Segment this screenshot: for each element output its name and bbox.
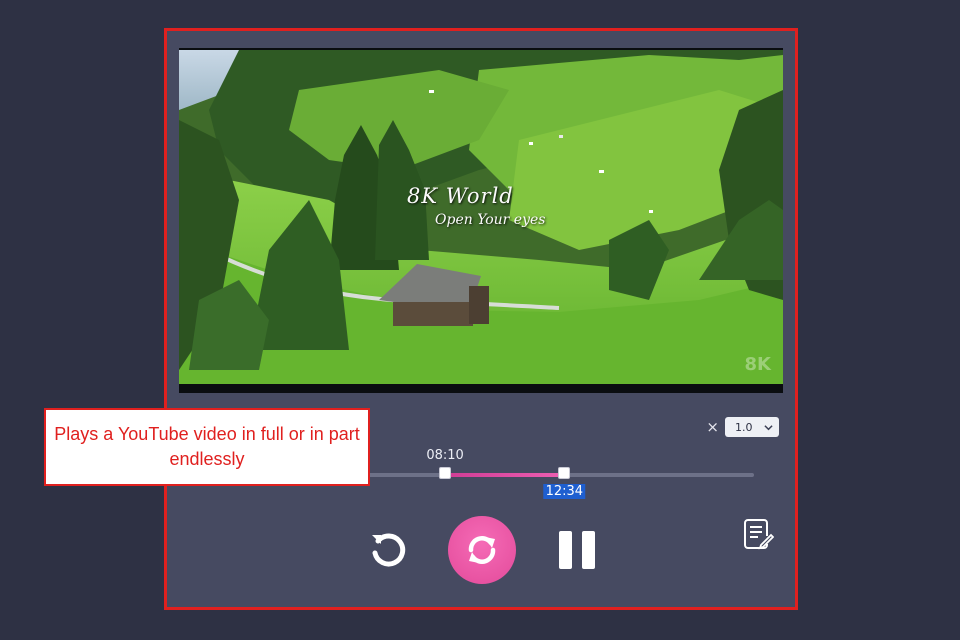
loop-range: [445, 473, 565, 477]
chevron-down-icon: [764, 424, 773, 430]
feature-callout-text: Plays a YouTube video in full or in part…: [54, 424, 360, 469]
replay-icon: [372, 533, 406, 567]
loop-start-time: 08:10: [426, 448, 464, 463]
video-watermark: 8K: [744, 354, 771, 375]
video-caption-subtitle: Open Your eyes: [435, 212, 546, 228]
loop-start-handle[interactable]: [439, 467, 452, 479]
pause-icon: [559, 531, 595, 569]
speed-multiplier-label: ×: [706, 418, 719, 436]
loop-end-handle[interactable]: [558, 467, 571, 479]
speed-value: 1.0: [735, 420, 753, 434]
loop-end-time: 12:34: [543, 484, 586, 499]
playback-speed-control: × 1.0: [706, 417, 779, 437]
speed-select[interactable]: 1.0: [725, 417, 779, 437]
notes-icon: [744, 519, 774, 550]
loop-icon: [468, 536, 496, 564]
replay-button[interactable]: [365, 526, 413, 574]
loop-button[interactable]: [448, 516, 516, 584]
notes-button[interactable]: [743, 517, 775, 551]
video-caption: 8K World Open Your eyes: [407, 184, 545, 228]
player-panel: 8K World Open Your eyes 8K × 1.0 08:10 1…: [164, 28, 798, 610]
pause-button[interactable]: [553, 526, 601, 574]
video-player[interactable]: 8K World Open Your eyes 8K: [179, 48, 783, 393]
video-caption-title: 8K World: [407, 184, 514, 208]
feature-callout: Plays a YouTube video in full or in part…: [44, 408, 370, 486]
